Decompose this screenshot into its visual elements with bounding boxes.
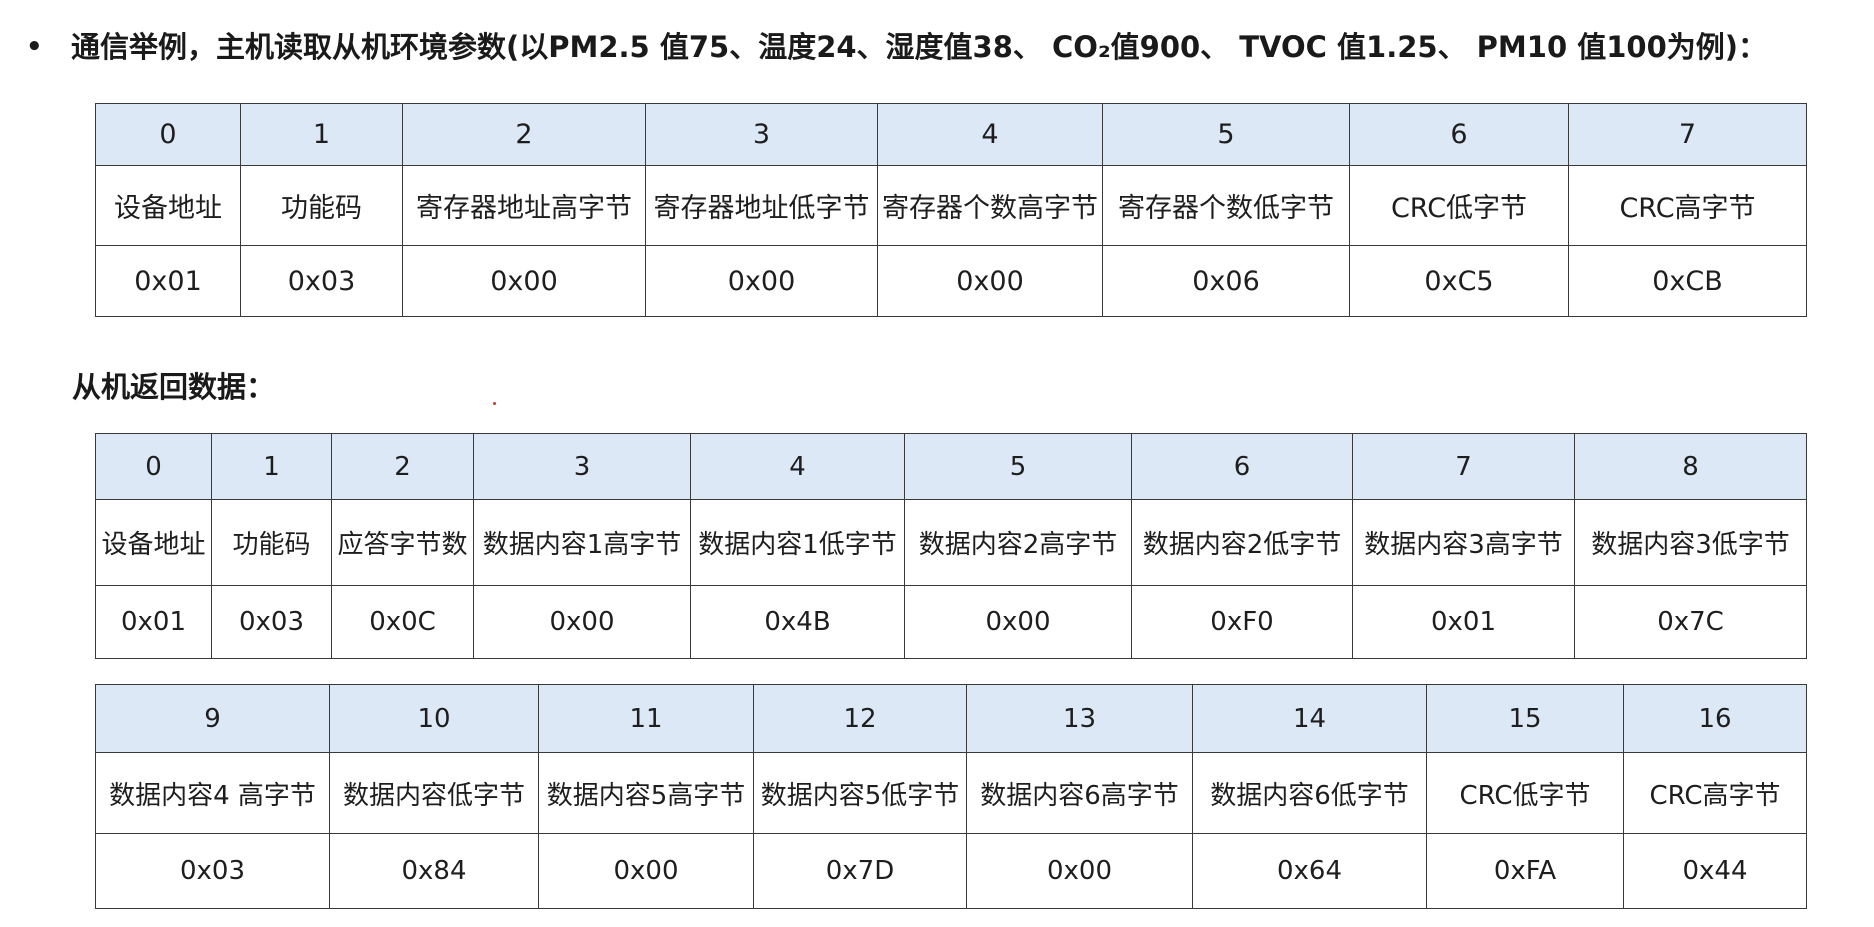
field-name-cell: 数据内容2高字节	[904, 499, 1132, 586]
response-frame-table-1: 0 1 2 3 4 5 6 7 8 设备地址 功能码 应答字节数 数据内容1高字…	[95, 433, 1807, 659]
table-row-name: 设备地址 功能码 寄存器地址高字节 寄存器地址低字节 寄存器个数高字节 寄存器个…	[95, 165, 1807, 246]
request-frame-table: 0 1 2 3 4 5 6 7 设备地址 功能码 寄存器地址高字节 寄存器地址低…	[95, 103, 1807, 317]
hex-value-cell: 0x01	[95, 585, 212, 659]
field-name-cell: 数据内容3高字节	[1352, 499, 1575, 586]
hex-value-cell: 0x00	[877, 245, 1103, 317]
hex-value-cell: 0x7C	[1574, 585, 1807, 659]
byte-index-cell: 9	[95, 684, 330, 753]
table-row-name: 数据内容4 高字节 数据内容低字节 数据内容5高字节 数据内容5低字节 数据内容…	[95, 752, 1807, 834]
byte-index-cell: 2	[402, 103, 646, 166]
byte-index-cell: 4	[877, 103, 1103, 166]
hex-value-cell: 0x06	[1102, 245, 1350, 317]
table-row-value: 0x01 0x03 0x00 0x00 0x00 0x06 0xC5 0xCB	[95, 245, 1807, 317]
hex-value-cell: 0x03	[240, 245, 403, 317]
byte-index-cell: 1	[240, 103, 403, 166]
hex-value-cell: 0xCB	[1568, 245, 1807, 317]
byte-index-cell: 8	[1574, 433, 1807, 500]
page-title: 通信举例，主机读取从机环境参数(以PM2.5 值75、温度24、湿度值38、 C…	[71, 30, 1768, 64]
byte-index-cell: 6	[1349, 103, 1569, 166]
hex-value-cell: 0x4B	[690, 585, 905, 659]
field-name-cell: 设备地址	[95, 499, 212, 586]
hex-value-cell: 0x01	[95, 245, 241, 317]
field-name-cell: CRC低字节	[1426, 752, 1624, 834]
byte-index-cell: 16	[1623, 684, 1807, 753]
byte-index-cell: 7	[1352, 433, 1575, 500]
byte-index-cell: 0	[95, 103, 241, 166]
byte-index-cell: 15	[1426, 684, 1624, 753]
response-frame-table-2: 9 10 11 12 13 14 15 16 数据内容4 高字节 数据内容低字节…	[95, 684, 1807, 909]
hex-value-cell: 0x44	[1623, 833, 1807, 909]
hex-value-cell: 0x03	[95, 833, 330, 909]
table-row-value: 0x03 0x84 0x00 0x7D 0x00 0x64 0xFA 0x44	[95, 833, 1807, 909]
hex-value-cell: 0x00	[904, 585, 1132, 659]
table-row-index: 9 10 11 12 13 14 15 16	[95, 684, 1807, 753]
byte-index-cell: 0	[95, 433, 212, 500]
field-name-cell: 寄存器地址低字节	[645, 165, 878, 246]
hex-value-cell: 0x01	[1352, 585, 1575, 659]
response-section-title: 从机返回数据：	[72, 370, 276, 404]
field-name-cell: 数据内容5高字节	[538, 752, 754, 834]
field-name-cell: 数据内容1高字节	[473, 499, 691, 586]
table-row-value: 0x01 0x03 0x0C 0x00 0x4B 0x00 0xF0 0x01 …	[95, 585, 1807, 659]
field-name-cell: 数据内容6高字节	[966, 752, 1193, 834]
field-name-cell: 设备地址	[95, 165, 241, 246]
byte-index-cell: 11	[538, 684, 754, 753]
hex-value-cell: 0xC5	[1349, 245, 1569, 317]
field-name-cell: 数据内容1低字节	[690, 499, 905, 586]
byte-index-cell: 6	[1131, 433, 1353, 500]
byte-index-cell: 14	[1192, 684, 1427, 753]
byte-index-cell: 4	[690, 433, 905, 500]
field-name-cell: 数据内容5低字节	[753, 752, 967, 834]
stray-dot	[493, 402, 496, 405]
field-name-cell: 数据内容3低字节	[1574, 499, 1807, 586]
table-row-name: 设备地址 功能码 应答字节数 数据内容1高字节 数据内容1低字节 数据内容2高字…	[95, 499, 1807, 586]
hex-value-cell: 0x03	[211, 585, 332, 659]
byte-index-cell: 3	[645, 103, 878, 166]
byte-index-cell: 5	[904, 433, 1132, 500]
field-name-cell: 应答字节数	[331, 499, 474, 586]
byte-index-cell: 12	[753, 684, 967, 753]
hex-value-cell: 0x00	[645, 245, 878, 317]
field-name-cell: 功能码	[240, 165, 403, 246]
hex-value-cell: 0x7D	[753, 833, 967, 909]
field-name-cell: CRC高字节	[1568, 165, 1807, 246]
field-name-cell: 数据内容2低字节	[1131, 499, 1353, 586]
field-name-cell: 数据内容4 高字节	[95, 752, 330, 834]
field-name-cell: 寄存器个数高字节	[877, 165, 1103, 246]
hex-value-cell: 0x00	[966, 833, 1193, 909]
hex-value-cell: 0x64	[1192, 833, 1427, 909]
field-name-cell: 数据内容6低字节	[1192, 752, 1427, 834]
hex-value-cell: 0xFA	[1426, 833, 1624, 909]
byte-index-cell: 5	[1102, 103, 1350, 166]
byte-index-cell: 7	[1568, 103, 1807, 166]
hex-value-cell: 0x84	[329, 833, 539, 909]
table-row-index: 0 1 2 3 4 5 6 7	[95, 103, 1807, 166]
field-name-cell: CRC高字节	[1623, 752, 1807, 834]
bullet-icon: •	[26, 32, 43, 62]
hex-value-cell: 0x00	[538, 833, 754, 909]
field-name-cell: 功能码	[211, 499, 332, 586]
byte-index-cell: 2	[331, 433, 474, 500]
field-name-cell: 数据内容低字节	[329, 752, 539, 834]
hex-value-cell: 0xF0	[1131, 585, 1353, 659]
byte-index-cell: 10	[329, 684, 539, 753]
byte-index-cell: 1	[211, 433, 332, 500]
hex-value-cell: 0x0C	[331, 585, 474, 659]
table-row-index: 0 1 2 3 4 5 6 7 8	[95, 433, 1807, 500]
field-name-cell: 寄存器个数低字节	[1102, 165, 1350, 246]
field-name-cell: 寄存器地址高字节	[402, 165, 646, 246]
field-name-cell: CRC低字节	[1349, 165, 1569, 246]
byte-index-cell: 3	[473, 433, 691, 500]
hex-value-cell: 0x00	[402, 245, 646, 317]
hex-value-cell: 0x00	[473, 585, 691, 659]
byte-index-cell: 13	[966, 684, 1193, 753]
